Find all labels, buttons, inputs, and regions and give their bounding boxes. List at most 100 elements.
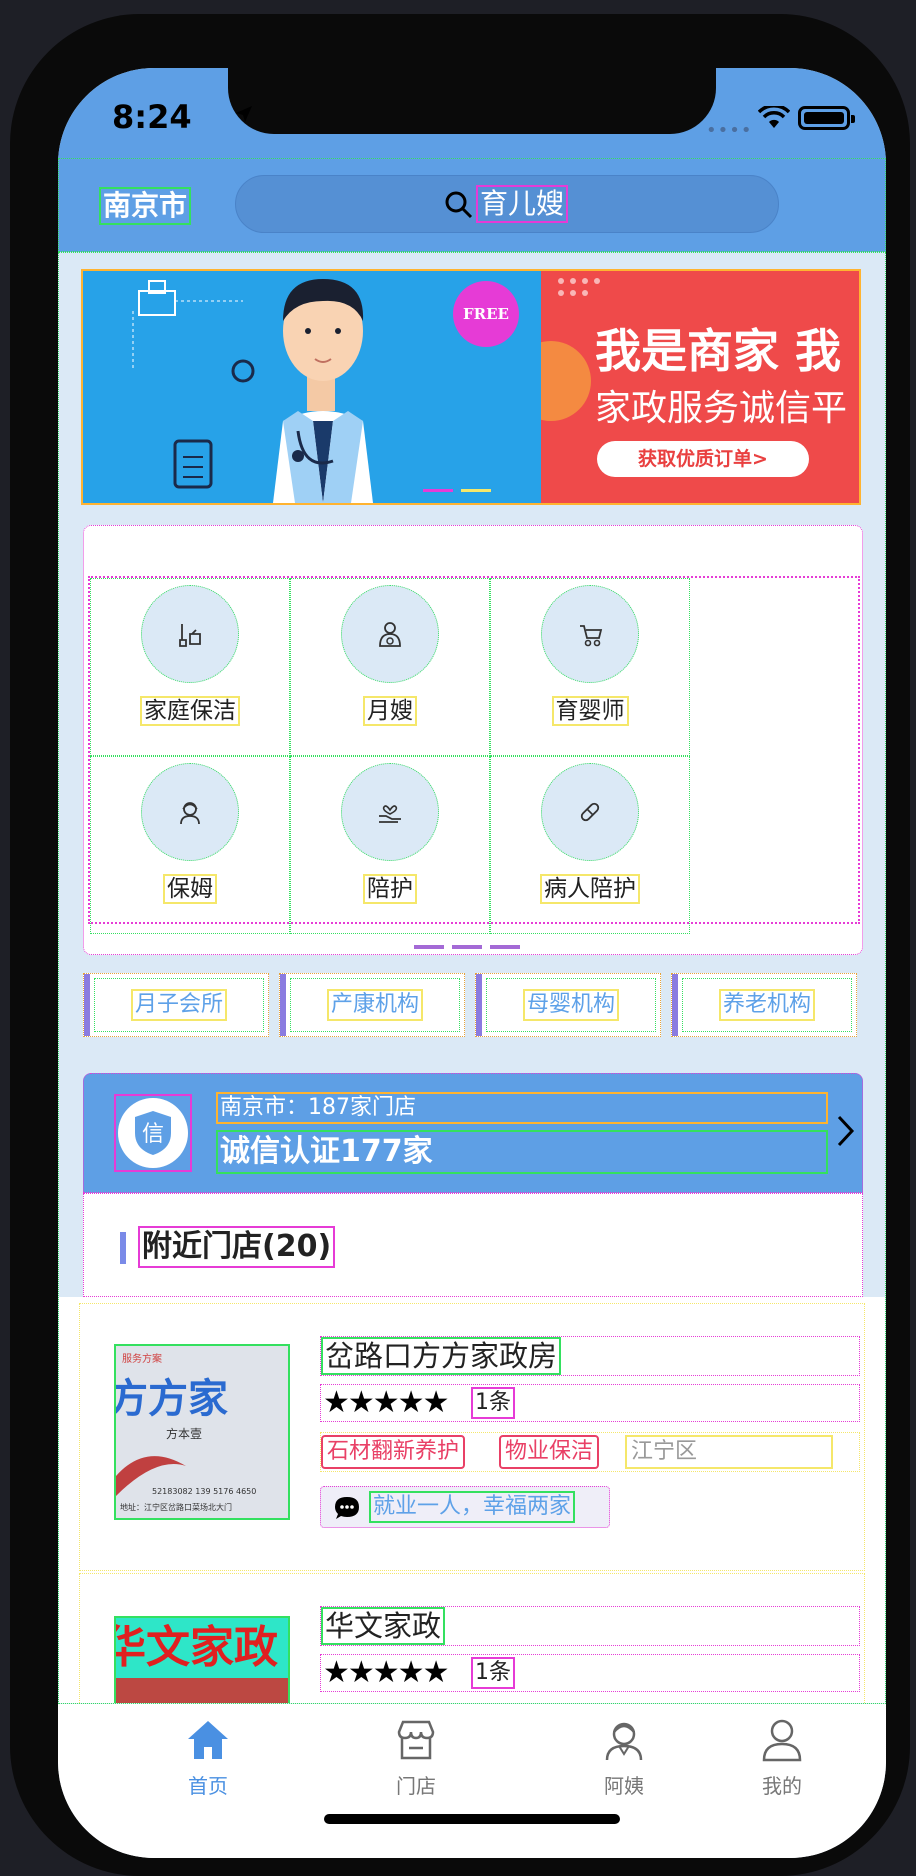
certified-count: 诚信认证177家	[216, 1130, 828, 1174]
signal-icon: ••••	[706, 120, 753, 141]
nearby-title: 附近门店(20)	[138, 1226, 336, 1268]
certification-banner[interactable]: 信 南京市：187家门店 诚信认证177家	[83, 1073, 863, 1193]
shop-image: 华文家政	[114, 1616, 290, 1703]
service-tag: 石材翻新养护	[321, 1435, 466, 1469]
tab-stores[interactable]: 门店	[346, 1718, 486, 1799]
nanny-icon	[141, 763, 239, 861]
svg-text:方本壹: 方本壹	[166, 1426, 202, 1441]
category-elderly-care[interactable]: 养老机构	[671, 973, 857, 1037]
store-count: 南京市：187家门店	[216, 1092, 828, 1124]
tab-nannies[interactable]: 阿姨	[554, 1718, 694, 1799]
category-tabs: 月子会所 产康机构 母婴机构 养老机构	[83, 973, 863, 1037]
get-orders-button[interactable]: 获取优质订单>	[597, 441, 809, 477]
city-selector[interactable]: 南京市	[99, 187, 192, 225]
service-label: 病人陪护	[540, 874, 640, 904]
service-item-nursery[interactable]: 育婴师	[490, 578, 690, 756]
category-confinement-club[interactable]: 月子会所	[83, 973, 269, 1037]
service-label: 保姆	[163, 874, 217, 904]
tab-label: 阿姨	[604, 1774, 644, 1798]
shop-name: 岔路口方方家政房	[321, 1337, 562, 1375]
shop-name: 华文家政	[321, 1607, 446, 1645]
category-label: 产康机构	[326, 989, 423, 1021]
shield-icon: 信	[135, 1111, 171, 1155]
shop-card[interactable]: 华文家政 华文家政 ★★★★★ 1条	[79, 1573, 865, 1703]
care-hand-icon	[341, 763, 439, 861]
shop-rating: ★★★★★ 1条	[320, 1384, 860, 1422]
battery-icon	[798, 106, 855, 130]
service-grid-card: 家庭保洁 月嫂 育婴师 保姆 陪护 病人陪护	[83, 525, 863, 955]
svg-text:方方家: 方方家	[116, 1376, 228, 1422]
maternity-icon	[341, 585, 439, 683]
shop-slogan: 就业一人，幸福两家	[320, 1486, 610, 1528]
service-item-nanny[interactable]: 保姆	[90, 756, 290, 934]
banner-carousel[interactable]: FREE 我是商家 我 家政服务诚信平 获取优质订单>	[81, 269, 861, 505]
doctor-banner[interactable]: FREE	[83, 271, 541, 503]
svg-text:华文家政: 华文家政	[116, 1622, 278, 1673]
merchant-title: 我是商家 我	[595, 324, 842, 378]
search-input[interactable]: 育儿嫂	[476, 185, 569, 223]
merchant-banner[interactable]: 我是商家 我 家政服务诚信平 获取优质订单>	[541, 271, 859, 503]
free-badge: FREE	[453, 281, 519, 347]
tab-home[interactable]: 首页	[138, 1718, 278, 1799]
screen: 8:24 •••• 南京市 育儿嫂 FREE 我是商家 我 家政服务诚信平 获取…	[58, 68, 886, 1858]
cleaning-icon	[141, 585, 239, 683]
search-bar[interactable]: 育儿嫂	[235, 175, 779, 233]
category-postpartum[interactable]: 产康机构	[279, 973, 465, 1037]
slogan-text: 就业一人，幸福两家	[369, 1491, 576, 1523]
category-maternal-infant[interactable]: 母婴机构	[475, 973, 661, 1037]
store-icon	[397, 1720, 435, 1760]
review-count: 1条	[471, 1657, 515, 1689]
pill-icon	[541, 763, 639, 861]
merchant-subtitle: 家政服务诚信平	[595, 388, 848, 429]
shop-tags: 石材翻新养护 物业保洁 江宁区	[320, 1432, 860, 1472]
search-icon	[445, 191, 473, 219]
stroller-icon	[541, 585, 639, 683]
shop-image: 服务方案 方方家 方本壹 52183082 139 5176 4650 地址：江…	[114, 1344, 290, 1520]
service-item-cleaning[interactable]: 家庭保洁	[90, 578, 290, 756]
service-label: 家庭保洁	[140, 696, 240, 726]
district-label: 江宁区	[625, 1435, 833, 1469]
home-indicator[interactable]	[324, 1814, 620, 1824]
status-bar: 8:24 ••••	[58, 68, 886, 158]
top-header: 南京市 育儿嫂	[58, 158, 886, 252]
svg-text:地址：江宁区岔路口菜场北大门: 地址：江宁区岔路口菜场北大门	[120, 1502, 232, 1512]
service-item-care[interactable]: 陪护	[290, 756, 490, 934]
credit-badge: 信	[114, 1094, 192, 1172]
category-label: 母婴机构	[522, 989, 619, 1021]
service-label: 陪护	[363, 874, 417, 904]
tab-label: 我的	[762, 1774, 802, 1798]
notch	[228, 68, 716, 134]
nearby-section-header: 附近门店(20)	[83, 1193, 863, 1297]
category-label: 月子会所	[130, 989, 227, 1021]
wifi-icon	[758, 106, 790, 128]
home-icon	[188, 1721, 228, 1759]
phone-frame: 8:24 •••• 南京市 育儿嫂 FREE 我是商家 我 家政服务诚信平 获取…	[10, 14, 910, 1876]
section-accent-bar	[120, 1232, 126, 1264]
star-rating-icon: ★★★★★	[323, 1655, 449, 1690]
review-count: 1条	[471, 1387, 515, 1419]
svg-text:52183082 139 5176 4650: 52183082 139 5176 4650	[152, 1487, 256, 1496]
category-label: 养老机构	[718, 989, 815, 1021]
tab-label: 首页	[188, 1774, 228, 1798]
svg-text:服务方案: 服务方案	[122, 1352, 162, 1365]
chevron-right-icon[interactable]	[836, 1114, 856, 1148]
service-grid: 家庭保洁 月嫂 育婴师 保姆 陪护 病人陪护	[88, 576, 860, 934]
service-label: 月嫂	[363, 696, 417, 726]
shop-rating: ★★★★★ 1条	[320, 1654, 860, 1692]
tab-profile[interactable]: 我的	[734, 1718, 830, 1799]
main-content[interactable]: FREE 我是商家 我 家政服务诚信平 获取优质订单> 家庭保洁 月嫂 育婴师 …	[58, 252, 886, 1704]
star-rating-icon: ★★★★★	[323, 1385, 449, 1420]
service-item-patient-care[interactable]: 病人陪护	[490, 756, 690, 934]
svg-text:信: 信	[142, 1122, 164, 1147]
service-item-maternity[interactable]: 月嫂	[290, 578, 490, 756]
tab-label: 门店	[396, 1774, 436, 1798]
profile-icon	[762, 1719, 802, 1762]
chat-bubble-icon	[335, 1497, 359, 1519]
service-label: 育婴师	[551, 696, 629, 726]
shop-card[interactable]: 服务方案 方方家 方本壹 52183082 139 5176 4650 地址：江…	[79, 1303, 865, 1571]
bottom-tab-bar: 首页 门店 阿姨 我的	[58, 1704, 886, 1858]
location-arrow-icon	[236, 106, 252, 122]
service-tag: 物业保洁	[499, 1435, 600, 1469]
grid-pager	[414, 934, 528, 953]
nanny-avatar-icon	[605, 1722, 643, 1761]
